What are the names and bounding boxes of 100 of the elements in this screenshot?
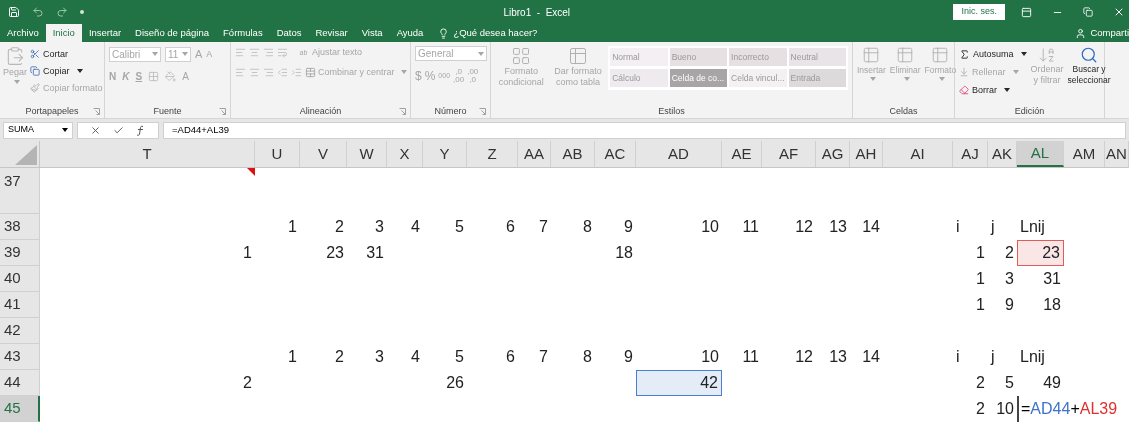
clear-button[interactable]: Borrar [959,82,1027,98]
table-cell-text: 3 [374,217,385,237]
row-header[interactable]: 41 [0,292,40,318]
redo-icon[interactable] [56,6,68,18]
column-header[interactable]: AN [1105,141,1129,167]
person-icon [1075,27,1087,39]
column-header[interactable]: AI [883,141,953,167]
column-header[interactable]: AA [518,141,551,167]
row-header[interactable]: 42 [0,318,40,344]
cancel-icon[interactable] [90,124,101,136]
ribbon-tab[interactable]: Archivo [0,24,46,42]
function-icon[interactable] [136,124,146,136]
align-right-icon[interactable] [263,66,274,78]
column-header[interactable]: Z [467,141,518,167]
align-center-icon[interactable] [249,66,260,78]
row-header[interactable]: 44 [0,370,40,396]
column-header[interactable]: AJ [953,141,988,167]
caret-icon [870,76,877,81]
row-header[interactable]: 43 [0,344,40,370]
column-header[interactable]: AB [551,141,595,167]
ribbon-tab[interactable]: Vista [354,24,390,42]
ribbon-tab[interactable]: Revisar [308,24,355,42]
align-bottom-icon[interactable] [263,47,274,59]
select-all-icon[interactable] [15,145,37,165]
column-header[interactable]: AM [1064,141,1105,167]
close-icon[interactable] [1113,6,1125,18]
enter-icon[interactable] [113,124,124,136]
copy-button[interactable]: Copiar [30,63,103,79]
column-header[interactable]: W [347,141,387,167]
dialog-launcher-icon[interactable] [479,108,486,115]
table-cell-text: 11 [741,347,760,367]
tell-me-field[interactable]: ¿Qué desea hacer? [430,24,546,42]
column-header[interactable]: Y [423,141,467,167]
column-header[interactable]: U [255,141,300,167]
group-label: Celdas [888,105,919,118]
group-label: Fuente [152,105,183,118]
group-label: Número [433,105,468,118]
table-cell-text: 2 [334,347,345,367]
name-box[interactable]: SUMA [3,121,73,139]
borders-icon[interactable] [148,70,160,82]
share-button[interactable]: Comparti [1075,24,1129,42]
undo-icon[interactable] [32,6,44,18]
table-cell-text: 12 [794,347,814,367]
row-header[interactable]: 40 [0,266,40,292]
column-header[interactable]: AE [722,141,762,167]
dialog-launcher-icon[interactable] [93,108,100,115]
ribbon-tab[interactable]: Diseño de página [128,24,217,42]
ribbon-tab[interactable]: Inicio [45,24,82,42]
column-header[interactable]: T [40,141,255,167]
table-cell-text: 1 [975,243,986,263]
table-cell-text: 11 [741,217,760,237]
column-header[interactable]: AL [1017,141,1064,167]
formula-field[interactable]: =AD44+AL39 [163,121,1126,139]
table-cell-text: 10 [700,347,720,367]
group-label: Edición [1013,105,1046,118]
increase-indent-icon[interactable] [291,66,302,78]
ribbon-display-icon[interactable] [1021,6,1032,18]
column-header[interactable]: AG [816,141,850,167]
dialog-launcher-icon[interactable] [399,108,406,115]
customize-icon[interactable] [80,10,84,14]
column-header[interactable]: AC [595,141,636,167]
find-select-button[interactable]: Buscar y seleccionar [1067,46,1111,104]
align-middle-icon[interactable] [249,47,260,59]
column-header[interactable]: V [300,141,347,167]
group-label: Portapapeles [24,105,80,118]
table-cell-text: 7 [538,347,549,367]
save-icon[interactable] [8,6,20,18]
table-cell-text: 2 [975,373,986,393]
column-header[interactable]: AD [636,141,722,167]
sign-in-button[interactable]: Inic. ses. [953,4,1005,20]
row-header[interactable]: 37 [0,168,40,214]
dialog-launcher-icon[interactable] [219,108,226,115]
decrease-indent-icon[interactable] [277,66,288,78]
ribbon-tab[interactable]: Insertar [81,24,129,42]
copy-icon [30,66,40,76]
column-header[interactable]: AF [762,141,816,167]
ribbon-tab[interactable]: Fórmulas [216,24,270,42]
row-header[interactable]: 45 [0,396,40,422]
column-header[interactable]: X [387,141,423,167]
table-icon [896,46,915,64]
table-icon [931,46,950,64]
cut-button[interactable]: Cortar [30,46,103,62]
row-header[interactable]: 39 [0,240,40,266]
caret-icon [14,79,20,84]
autosum-button[interactable]: Autosuma [959,46,1027,62]
table-cell-text: 2 [242,373,253,393]
sigma-icon [959,48,970,60]
align-top-icon[interactable] [235,47,246,59]
paintbrush-icon [30,83,40,93]
row-header[interactable]: 38 [0,214,40,240]
column-header[interactable]: AH [850,141,883,167]
ribbon-tab[interactable]: Datos [269,24,309,42]
table-cell-text: 6 [505,217,516,237]
restore-icon[interactable] [1083,7,1093,17]
cell-editor[interactable]: =AD44+AL39 [1017,396,1120,422]
ribbon-tab[interactable]: Ayuda [389,24,431,42]
align-left-icon[interactable] [235,66,246,78]
table-cell-text: 49 [1042,373,1062,393]
table-cell-text: i [955,217,961,237]
fill-color-icon[interactable] [165,70,177,82]
